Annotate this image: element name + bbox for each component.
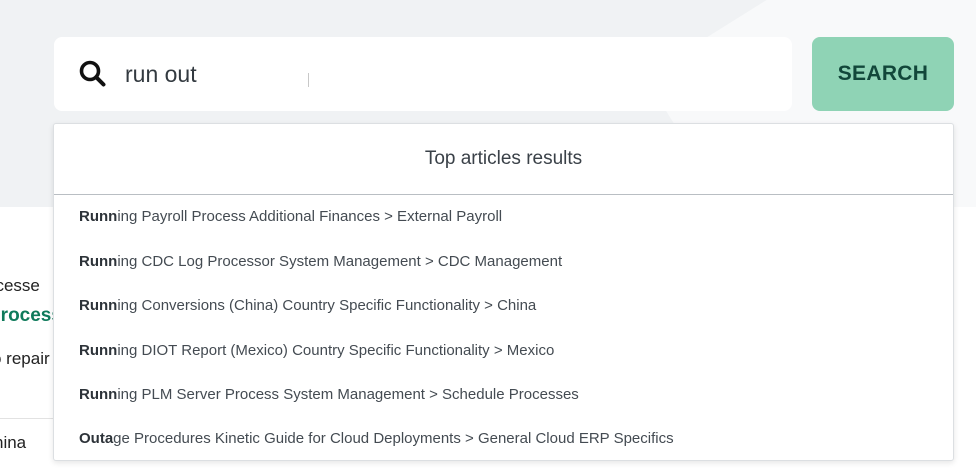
search-icon — [78, 59, 108, 89]
result-text: ing Conversions (China) Country Specific… — [117, 297, 537, 314]
result-item[interactable]: Running Payroll Process Additional Finan… — [79, 208, 502, 225]
result-match: Runn — [79, 342, 118, 359]
background-text: o repair — [0, 349, 50, 368]
result-item[interactable]: Running CDC Log Processor System Managem… — [79, 253, 562, 270]
search-suggestions-dropdown: Top articles results Running Payroll Pro… — [53, 123, 954, 461]
result-text: ge Procedures Kinetic Guide for Cloud De… — [113, 430, 674, 447]
search-query[interactable]: run out — [125, 58, 197, 90]
result-text: ing PLM Server Process System Management… — [117, 386, 579, 403]
background-text: hina — [0, 433, 27, 452]
result-item[interactable]: Running PLM Server Process System Manage… — [79, 386, 579, 403]
search-button[interactable]: SEARCH — [812, 37, 954, 111]
result-match: Runn — [79, 208, 118, 225]
search-input[interactable]: run out — [54, 37, 792, 111]
result-item[interactable]: Running DIOT Report (Mexico) Country Spe… — [79, 342, 554, 359]
result-text: ing Payroll Process Additional Finances … — [117, 208, 503, 225]
text-caret — [308, 73, 309, 87]
result-item[interactable]: Outage Procedures Kinetic Guide for Clou… — [79, 430, 674, 447]
result-match: Runn — [79, 386, 118, 403]
result-text: ing DIOT Report (Mexico) Country Specifi… — [117, 342, 555, 359]
result-match: Outa — [79, 430, 114, 447]
dropdown-title: Top articles results — [54, 124, 953, 195]
result-match: Runn — [79, 297, 118, 314]
result-item[interactable]: Running Conversions (China) Country Spec… — [79, 297, 536, 314]
background-text: ocesse — [0, 276, 40, 295]
divider — [0, 418, 60, 419]
result-match: Runn — [79, 253, 118, 270]
result-text: ing CDC Log Processor System Management … — [117, 253, 563, 270]
